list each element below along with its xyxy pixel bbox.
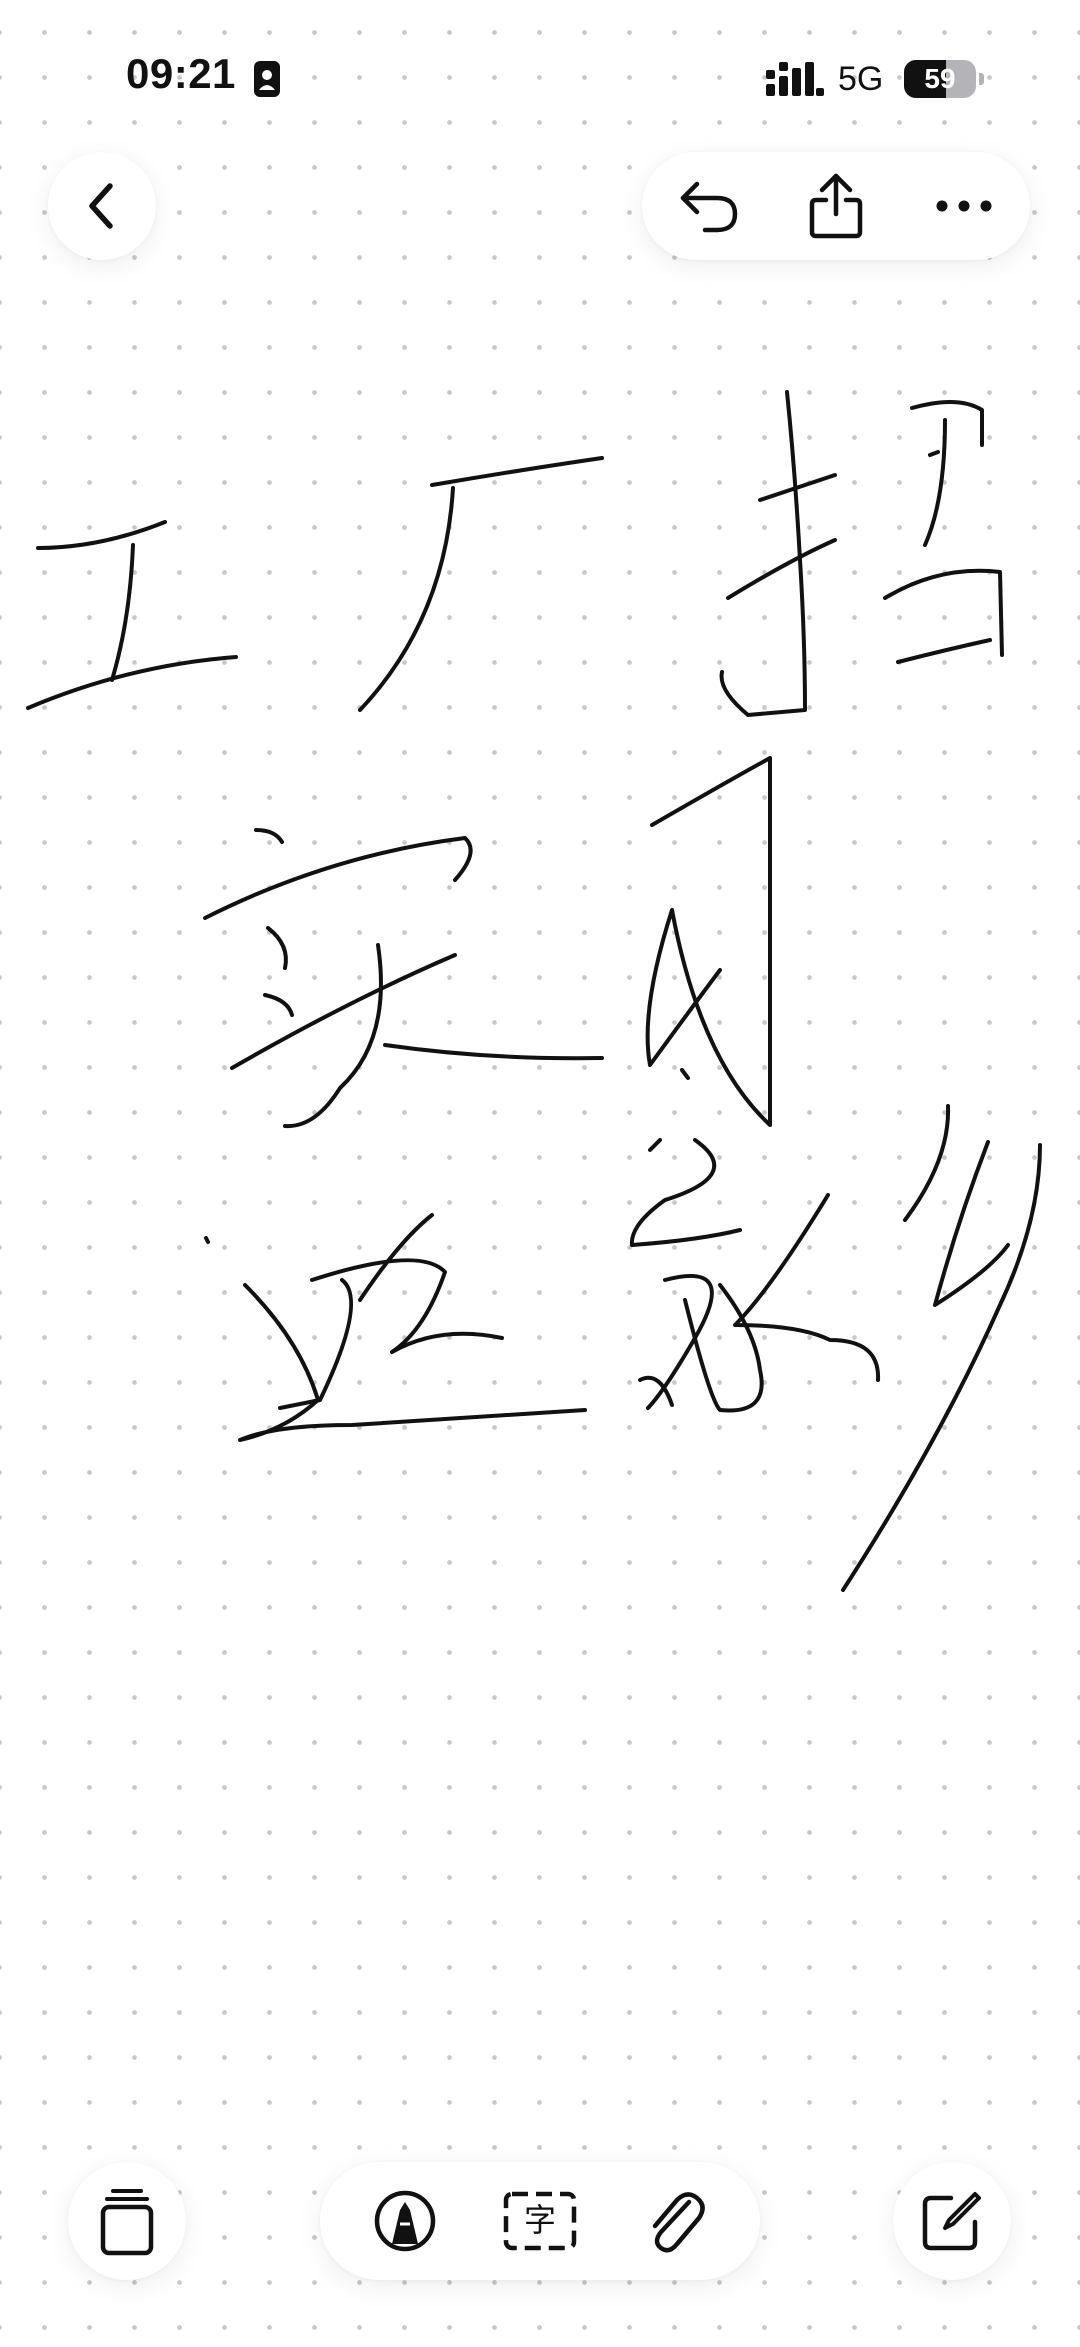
pages-button[interactable]: [68, 2162, 186, 2280]
text-tool-button[interactable]: 字: [481, 2162, 599, 2280]
share-icon[interactable]: [782, 152, 890, 260]
more-dots-icon[interactable]: [910, 152, 1018, 260]
chevron-left-icon[interactable]: [48, 152, 156, 260]
pen-tool-icon[interactable]: [346, 2162, 464, 2280]
status-time: 09:21: [126, 50, 236, 97]
tool-bar: 字: [320, 2162, 760, 2280]
compose-icon[interactable]: [893, 2162, 1011, 2280]
back-button[interactable]: [48, 152, 156, 260]
undo-icon[interactable]: [656, 152, 764, 260]
paperclip-icon[interactable]: [616, 2162, 734, 2280]
new-note-button[interactable]: [893, 2162, 1011, 2280]
top-action-bar: [642, 152, 1030, 260]
text-tool-label: 字: [523, 2201, 556, 2239]
battery-cap: [979, 73, 984, 85]
battery-percent: 59: [924, 63, 956, 94]
battery-icon: 59: [904, 60, 976, 98]
pages-stack-icon[interactable]: [68, 2162, 186, 2280]
status-bar: 09:21 5G 59: [0, 0, 1080, 120]
drawing-canvas[interactable]: [0, 300, 1080, 2120]
signal-icon: [766, 62, 824, 96]
handwriting-strokes: [26, 390, 1042, 1592]
text-tool-icon: 字: [503, 2191, 577, 2251]
network-label: 5G: [838, 60, 884, 98]
id-card-icon: [254, 61, 280, 97]
